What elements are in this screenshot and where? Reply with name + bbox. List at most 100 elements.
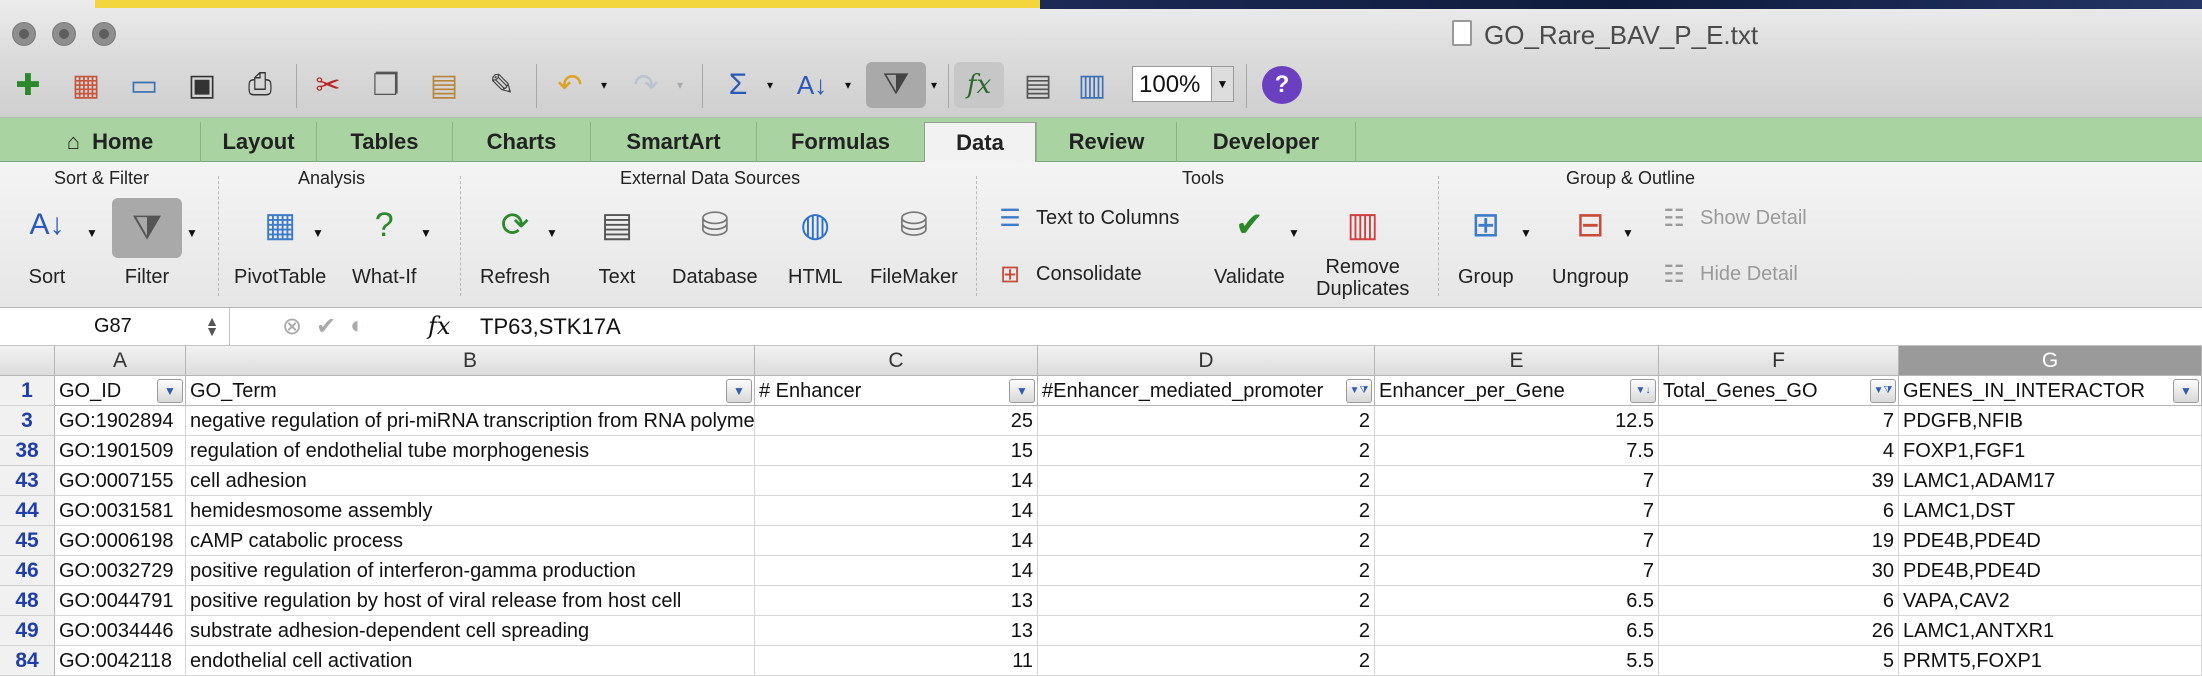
tab-tables[interactable]: Tables <box>316 122 452 162</box>
filter-toolbar-icon[interactable]: ⧩ <box>866 62 926 108</box>
select-all-corner[interactable] <box>0 346 55 376</box>
filter-dropdown-icon[interactable]: ▼ <box>157 379 183 403</box>
sort-az-icon[interactable]: A↓ <box>790 62 834 108</box>
table-cell[interactable]: GO:1902894 <box>55 406 186 436</box>
filter-dropdown-icon[interactable]: ▾ <box>926 62 942 108</box>
row-header[interactable]: 1 <box>0 376 55 406</box>
header-cell[interactable]: GO_ID ▼ <box>55 376 186 406</box>
table-cell[interactable]: hemidesmosome assembly <box>186 496 755 526</box>
name-box[interactable]: G87 ▲ ▼ <box>0 308 230 346</box>
filter-dropdown-icon[interactable]: ▼ <box>186 226 198 240</box>
table-cell[interactable]: GO:0032729 <box>55 556 186 586</box>
table-cell[interactable]: cAMP catabolic process <box>186 526 755 556</box>
table-cell[interactable]: 6 <box>1659 496 1899 526</box>
refresh-button[interactable]: ⟳ Refresh <box>480 198 550 289</box>
table-cell[interactable]: PDE4B,PDE4D <box>1899 556 2202 586</box>
column-header-e[interactable]: E <box>1375 346 1659 376</box>
filter-dropdown-icon[interactable]: ▼ <box>2173 379 2199 403</box>
table-cell[interactable]: 6.5 <box>1375 616 1659 646</box>
paste-icon[interactable]: ▤ <box>422 62 466 108</box>
filter-dropdown-icon[interactable]: ▼ <box>1009 379 1035 403</box>
row-header[interactable]: 46 <box>0 556 55 586</box>
group-button[interactable]: ⊞ Group <box>1458 198 1514 289</box>
ungroup-dropdown-icon[interactable]: ▼ <box>1622 226 1634 240</box>
header-cell[interactable]: #Enhancer_mediated_promoter ▼⧩ <box>1038 376 1375 406</box>
tab-home[interactable]: ⌂ Home <box>20 122 200 162</box>
consolidate-button[interactable]: ⊞ Consolidate <box>990 256 1142 292</box>
redo-dropdown-icon[interactable]: ▾ <box>670 62 690 108</box>
table-cell[interactable]: 2 <box>1038 466 1375 496</box>
minimize-window-button[interactable] <box>52 22 76 46</box>
validate-button[interactable]: ✔ Validate <box>1214 198 1285 289</box>
table-cell[interactable]: substrate adhesion-dependent cell spread… <box>186 616 755 646</box>
header-cell[interactable]: Enhancer_per_Gene ▼↓ <box>1375 376 1659 406</box>
close-window-button[interactable] <box>12 22 36 46</box>
table-cell[interactable]: 30 <box>1659 556 1899 586</box>
row-header[interactable]: 45 <box>0 526 55 556</box>
table-cell[interactable]: 2 <box>1038 616 1375 646</box>
help-icon[interactable]: ? <box>1262 66 1302 104</box>
format-painter-icon[interactable]: ✎ <box>480 62 524 108</box>
table-cell[interactable]: GO:0031581 <box>55 496 186 526</box>
column-header-c[interactable]: C <box>755 346 1038 376</box>
header-cell[interactable]: GENES_IN_INTERACTOR ▼ <box>1899 376 2202 406</box>
table-cell[interactable]: positive regulation of interferon-gamma … <box>186 556 755 586</box>
ungroup-button[interactable]: ⊟ Ungroup <box>1552 198 1629 289</box>
new-document-icon[interactable]: ✚ <box>6 62 50 108</box>
table-cell[interactable]: 7 <box>1659 406 1899 436</box>
row-header[interactable]: 43 <box>0 466 55 496</box>
column-header-b[interactable]: B <box>186 346 755 376</box>
save-icon[interactable]: ▣ <box>180 62 224 108</box>
tab-charts[interactable]: Charts <box>452 122 590 162</box>
table-cell[interactable]: 13 <box>755 616 1038 646</box>
tab-review[interactable]: Review <box>1036 122 1176 162</box>
tab-smartart[interactable]: SmartArt <box>590 122 756 162</box>
autosum-icon[interactable]: Σ <box>716 62 760 108</box>
redo-icon[interactable]: ↷ <box>624 62 668 108</box>
row-header[interactable]: 38 <box>0 436 55 466</box>
table-cell[interactable]: 14 <box>755 466 1038 496</box>
open-folder-icon[interactable]: ▭ <box>122 62 166 108</box>
table-cell[interactable]: 26 <box>1659 616 1899 646</box>
tab-layout[interactable]: Layout <box>200 122 316 162</box>
table-cell[interactable]: GO:0034446 <box>55 616 186 646</box>
filter-button[interactable]: ⧩ Filter <box>112 198 182 289</box>
table-cell[interactable]: FOXP1,FGF1 <box>1899 436 2202 466</box>
table-cell[interactable]: 2 <box>1038 496 1375 526</box>
table-cell[interactable]: GO:1901509 <box>55 436 186 466</box>
remove-duplicates-button[interactable]: ▥ Remove Duplicates <box>1316 198 1409 300</box>
table-cell[interactable]: 7 <box>1375 496 1659 526</box>
table-cell[interactable]: 7 <box>1375 526 1659 556</box>
autosum-dropdown-icon[interactable]: ▾ <box>760 62 780 108</box>
table-cell[interactable]: VAPA,CAV2 <box>1899 586 2202 616</box>
column-header-a[interactable]: A <box>55 346 186 376</box>
gallery-icon[interactable]: ▦ <box>64 62 108 108</box>
table-cell[interactable]: 2 <box>1038 436 1375 466</box>
header-cell[interactable]: GO_Term ▼ <box>186 376 755 406</box>
header-cell[interactable]: Total_Genes_GO ▼⧩ <box>1659 376 1899 406</box>
table-cell[interactable]: 39 <box>1659 466 1899 496</box>
zoom-select[interactable]: 100% ▼ <box>1132 66 1234 102</box>
zoom-window-button[interactable] <box>92 22 116 46</box>
table-cell[interactable]: 14 <box>755 556 1038 586</box>
table-cell[interactable]: 14 <box>755 496 1038 526</box>
zoom-dropdown-icon[interactable]: ▼ <box>1211 67 1233 101</box>
table-cell[interactable]: cell adhesion <box>186 466 755 496</box>
copy-icon[interactable]: ❐ <box>364 62 408 108</box>
table-cell[interactable]: GO:0044791 <box>55 586 186 616</box>
table-cell[interactable]: 19 <box>1659 526 1899 556</box>
refresh-dropdown-icon[interactable]: ▼ <box>546 226 558 240</box>
filter-dropdown-icon[interactable]: ▼⧩ <box>1870 379 1896 403</box>
insert-function-toggle-icon[interactable]: ◐ <box>350 312 365 341</box>
column-header-f[interactable]: F <box>1659 346 1899 376</box>
filter-dropdown-icon[interactable]: ▼⧩ <box>1346 379 1372 403</box>
fx-icon[interactable]: fx <box>428 312 450 340</box>
tab-formulas[interactable]: Formulas <box>756 122 924 162</box>
text-import-button[interactable]: ▤ Text <box>590 198 644 289</box>
sort-button[interactable]: A↓ Sort <box>20 198 74 289</box>
group-dropdown-icon[interactable]: ▼ <box>1520 226 1532 240</box>
undo-dropdown-icon[interactable]: ▾ <box>594 62 614 108</box>
whatif-button[interactable]: ? What-If <box>352 198 416 289</box>
table-cell[interactable]: 25 <box>755 406 1038 436</box>
table-cell[interactable]: GO:0007155 <box>55 466 186 496</box>
